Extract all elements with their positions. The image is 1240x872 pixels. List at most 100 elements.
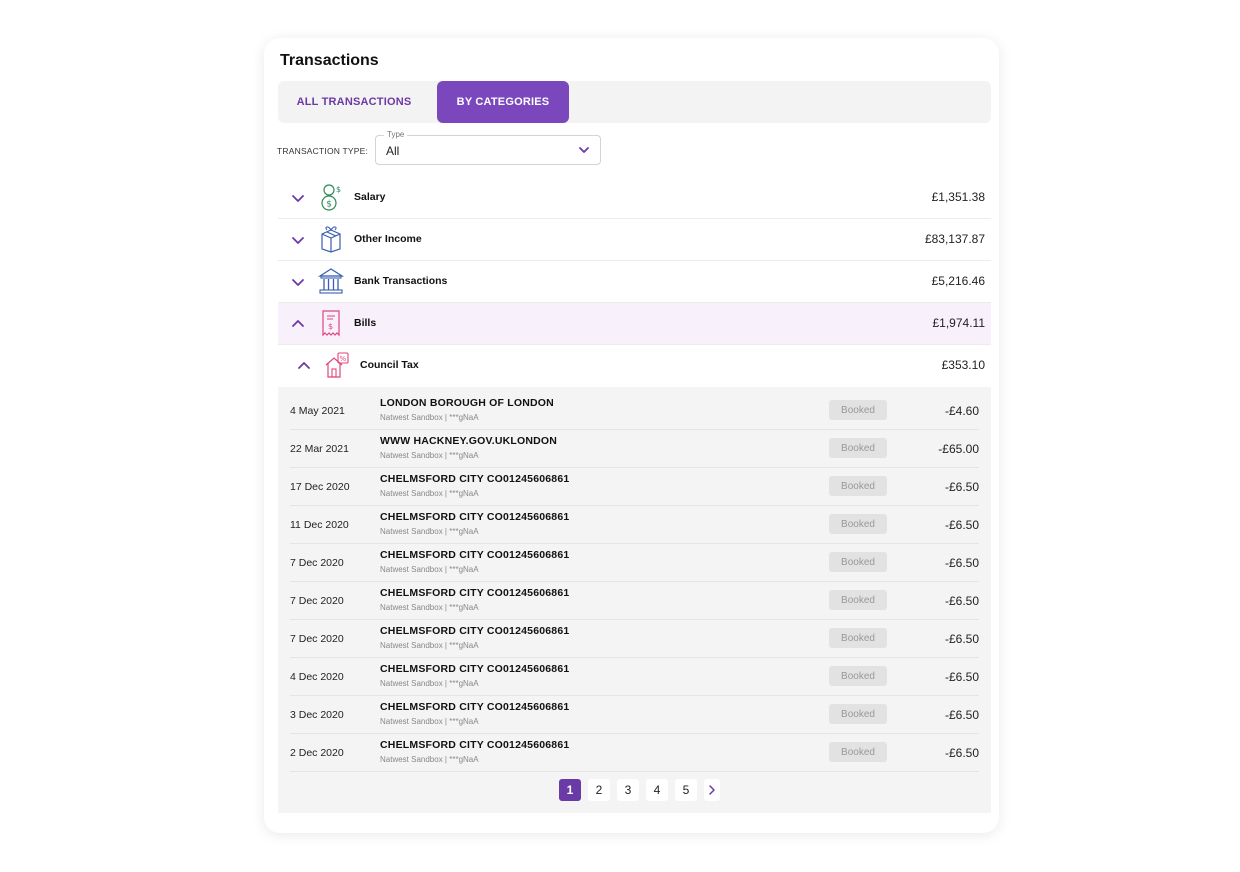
transaction-merchant: CHELMSFORD CITY CO01245606861 bbox=[380, 625, 570, 637]
next-page-button[interactable] bbox=[704, 779, 720, 801]
transaction-amount: -£6.50 bbox=[944, 518, 979, 532]
category-amount: £1,351.38 bbox=[931, 190, 985, 204]
transaction-row[interactable]: 7 Dec 2020 CHELMSFORD CITY CO01245606861… bbox=[290, 582, 979, 620]
category-row-bills[interactable]: $ Bills £1,974.11 bbox=[278, 303, 991, 345]
chevron-down-icon bbox=[292, 279, 304, 286]
transaction-date: 3 Dec 2020 bbox=[290, 709, 344, 721]
transaction-source: Natwest Sandbox | ***gNaA bbox=[380, 603, 479, 612]
view-tabs: ALL TRANSACTIONS BY CATEGORIES bbox=[278, 81, 991, 123]
transaction-row[interactable]: 3 Dec 2020 CHELMSFORD CITY CO01245606861… bbox=[290, 696, 979, 734]
transaction-source: Natwest Sandbox | ***gNaA bbox=[380, 565, 479, 574]
transaction-date: 17 Dec 2020 bbox=[290, 481, 350, 493]
transaction-type-select[interactable]: Type All bbox=[375, 130, 601, 165]
transaction-source: Natwest Sandbox | ***gNaA bbox=[380, 451, 479, 460]
transaction-merchant: CHELMSFORD CITY CO01245606861 bbox=[380, 701, 570, 713]
category-amount: £83,137.87 bbox=[924, 232, 985, 246]
page-button-2[interactable]: 2 bbox=[588, 779, 610, 801]
transaction-amount: -£6.50 bbox=[944, 670, 979, 684]
status-badge: Booked bbox=[829, 742, 887, 762]
subcategory-row-council-tax[interactable]: % Council Tax £353.10 bbox=[278, 345, 991, 387]
transaction-row[interactable]: 17 Dec 2020 CHELMSFORD CITY CO0124560686… bbox=[290, 468, 979, 506]
page-title: Transactions bbox=[280, 52, 379, 69]
tab-by-categories[interactable]: BY CATEGORIES bbox=[437, 81, 569, 123]
transaction-date: 2 Dec 2020 bbox=[290, 747, 344, 759]
transaction-row[interactable]: 2 Dec 2020 CHELMSFORD CITY CO01245606861… bbox=[290, 734, 979, 772]
category-amount: £1,974.11 bbox=[932, 316, 986, 330]
status-badge: Booked bbox=[829, 514, 887, 534]
transaction-amount: -£6.50 bbox=[944, 746, 979, 760]
transaction-merchant: CHELMSFORD CITY CO01245606861 bbox=[380, 473, 570, 485]
transaction-row[interactable]: 7 Dec 2020 CHELMSFORD CITY CO01245606861… bbox=[290, 620, 979, 658]
transaction-amount: -£6.50 bbox=[944, 480, 979, 494]
page-button-3[interactable]: 3 bbox=[617, 779, 639, 801]
transaction-merchant: CHELMSFORD CITY CO01245606861 bbox=[380, 739, 570, 751]
house-percent-icon: % bbox=[325, 352, 349, 378]
transaction-type-label: TRANSACTION TYPE: bbox=[277, 146, 369, 156]
category-row-bank-transactions[interactable]: Bank Transactions £5,216.46 bbox=[278, 261, 991, 303]
status-badge: Booked bbox=[829, 628, 887, 648]
chevron-right-icon bbox=[709, 785, 715, 795]
chevron-up-icon bbox=[292, 320, 304, 327]
transaction-source: Natwest Sandbox | ***gNaA bbox=[380, 489, 479, 498]
page-button-5[interactable]: 5 bbox=[675, 779, 697, 801]
transaction-date: 4 May 2021 bbox=[290, 405, 345, 417]
status-badge: Booked bbox=[829, 590, 887, 610]
category-row-salary[interactable]: $ $ Salary £1,351.38 bbox=[278, 177, 991, 219]
transaction-source: Natwest Sandbox | ***gNaA bbox=[380, 641, 479, 650]
status-badge: Booked bbox=[829, 666, 887, 686]
page-button-1[interactable]: 1 bbox=[559, 779, 581, 801]
transaction-source: Natwest Sandbox | ***gNaA bbox=[380, 717, 479, 726]
transactions-panel: 4 May 2021 LONDON BOROUGH OF LONDON Natw… bbox=[278, 387, 991, 813]
category-name: Bank Transactions bbox=[354, 275, 448, 287]
transaction-row[interactable]: 4 May 2021 LONDON BOROUGH OF LONDON Natw… bbox=[290, 392, 979, 430]
select-value: All bbox=[386, 144, 400, 158]
category-name: Bills bbox=[354, 317, 377, 329]
subcategory-name: Council Tax bbox=[360, 359, 419, 371]
status-badge: Booked bbox=[829, 400, 887, 420]
transaction-amount: -£65.00 bbox=[938, 442, 979, 456]
page-button-4[interactable]: 4 bbox=[646, 779, 668, 801]
svg-text:$: $ bbox=[326, 200, 332, 210]
transaction-date: 4 Dec 2020 bbox=[290, 671, 344, 683]
transaction-amount: -£4.60 bbox=[944, 404, 979, 418]
svg-text:$: $ bbox=[328, 322, 333, 331]
category-row-other-income[interactable]: Other Income £83,137.87 bbox=[278, 219, 991, 261]
transaction-row[interactable]: 4 Dec 2020 CHELMSFORD CITY CO01245606861… bbox=[290, 658, 979, 696]
transaction-merchant: CHELMSFORD CITY CO01245606861 bbox=[380, 663, 570, 675]
transaction-date: 7 Dec 2020 bbox=[290, 633, 344, 645]
bank-building-icon bbox=[318, 268, 344, 294]
transaction-merchant: LONDON BOROUGH OF LONDON bbox=[380, 397, 554, 409]
status-badge: Booked bbox=[829, 476, 887, 496]
salary-person-dollar-icon: $ $ bbox=[321, 184, 341, 211]
category-name: Other Income bbox=[354, 233, 422, 245]
transaction-row[interactable]: 11 Dec 2020 CHELMSFORD CITY CO0124560686… bbox=[290, 506, 979, 544]
transaction-merchant: CHELMSFORD CITY CO01245606861 bbox=[380, 587, 570, 599]
svg-text:$: $ bbox=[336, 185, 341, 194]
transaction-merchant: CHELMSFORD CITY CO01245606861 bbox=[380, 549, 570, 561]
transaction-amount: -£6.50 bbox=[944, 594, 979, 608]
transaction-merchant: WWW HACKNEY.GOV.UKLONDON bbox=[380, 435, 558, 447]
transaction-date: 7 Dec 2020 bbox=[290, 557, 344, 569]
transaction-source: Natwest Sandbox | ***gNaA bbox=[380, 679, 479, 688]
transaction-list: 4 May 2021 LONDON BOROUGH OF LONDON Natw… bbox=[290, 392, 979, 772]
transaction-merchant: CHELMSFORD CITY CO01245606861 bbox=[380, 511, 570, 523]
transaction-amount: -£6.50 bbox=[944, 632, 979, 646]
svg-text:%: % bbox=[340, 355, 347, 363]
transaction-date: 11 Dec 2020 bbox=[290, 519, 349, 531]
select-legend: Type bbox=[384, 130, 408, 139]
transaction-row[interactable]: 22 Mar 2021 WWW HACKNEY.GOV.UKLONDON Nat… bbox=[290, 430, 979, 468]
chevron-down-icon bbox=[292, 237, 304, 244]
chevron-up-icon bbox=[298, 362, 310, 369]
transaction-source: Natwest Sandbox | ***gNaA bbox=[380, 527, 479, 536]
tab-all-transactions[interactable]: ALL TRANSACTIONS bbox=[288, 81, 420, 123]
transaction-row[interactable]: 7 Dec 2020 CHELMSFORD CITY CO01245606861… bbox=[290, 544, 979, 582]
category-name: Salary bbox=[354, 191, 386, 203]
transaction-date: 22 Mar 2021 bbox=[290, 443, 349, 455]
category-amount: £5,216.46 bbox=[931, 274, 985, 288]
status-badge: Booked bbox=[829, 438, 887, 458]
transaction-source: Natwest Sandbox | ***gNaA bbox=[380, 755, 479, 764]
transaction-amount: -£6.50 bbox=[944, 708, 979, 722]
chevron-down-icon bbox=[579, 147, 589, 153]
transactions-card: Transactions ALL TRANSACTIONS BY CATEGOR… bbox=[264, 38, 999, 833]
status-badge: Booked bbox=[829, 704, 887, 724]
